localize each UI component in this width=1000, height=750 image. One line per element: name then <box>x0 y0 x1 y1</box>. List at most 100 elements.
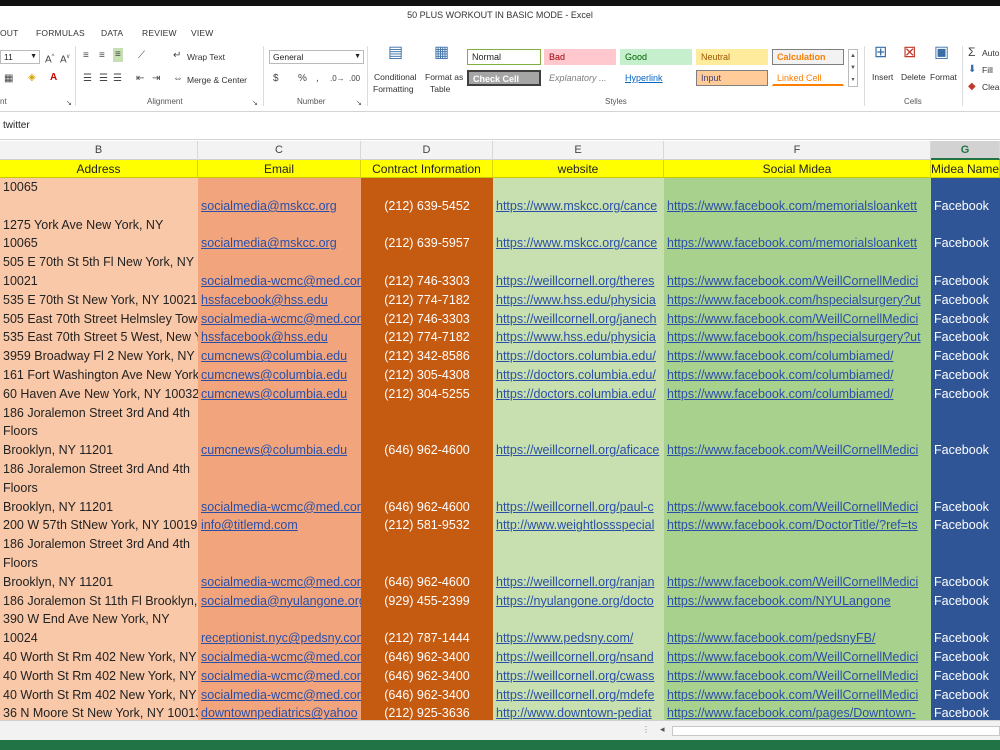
formula-bar-content[interactable]: twitter <box>3 120 30 131</box>
merge-center-icon[interactable]: ⇔ <box>173 73 183 85</box>
phone-header-cell[interactable]: Contract Information <box>361 160 493 178</box>
phone-cell[interactable]: (212) 774-7182 <box>361 291 493 310</box>
email-cell[interactable]: socialmedia@mskcc.org <box>201 197 361 216</box>
media-name-cell[interactable]: Facebook <box>934 516 1000 535</box>
tab-layout[interactable]: OUT <box>0 24 19 42</box>
increase-decimal-icon[interactable]: .0→ <box>330 73 345 85</box>
align-middle-icon[interactable]: ≡ <box>99 50 105 62</box>
address-line[interactable]: 60 Haven Ave New York, NY 10032 <box>3 385 198 404</box>
align-right-icon[interactable]: ☰ <box>113 73 122 85</box>
address-line[interactable]: 161 Fort Washington Ave New York <box>3 366 198 385</box>
address-line[interactable]: 3959 Broadway Fl 2 New York, NY 1 <box>3 347 198 366</box>
fill-button[interactable]: Fill <box>982 65 993 75</box>
media-name-cell[interactable]: Facebook <box>934 667 1000 686</box>
email-cell[interactable]: socialmedia@mskcc.org <box>201 234 361 253</box>
comma-style-icon[interactable]: , <box>316 73 319 85</box>
website-link[interactable]: http://www.downtown-pediat <box>496 704 664 720</box>
phone-cell[interactable]: (646) 962-4600 <box>361 498 493 517</box>
grow-font-icon[interactable]: A^ <box>45 51 55 66</box>
email-cell[interactable]: hssfacebook@hss.edu <box>201 291 361 310</box>
address-line[interactable]: Floors <box>3 422 198 441</box>
tab-data[interactable]: DATA <box>101 24 123 42</box>
scroll-left-icon[interactable]: ◂ <box>660 724 665 735</box>
website-link[interactable]: https://www.pedsny.com/ <box>496 629 664 648</box>
decrease-decimal-icon[interactable]: .00 <box>349 73 360 85</box>
column-header-e[interactable]: E <box>493 141 664 160</box>
address-line[interactable]: 505 East 70th Street Helmsley Towe <box>3 310 198 329</box>
shrink-font-icon[interactable]: Av <box>60 51 70 66</box>
email-cell[interactable]: cumcnews@columbia.edu <box>201 366 361 385</box>
merge-center-button[interactable]: Merge & Center <box>187 75 247 85</box>
website-link[interactable]: https://doctors.columbia.edu/ <box>496 347 664 366</box>
email-cell[interactable]: hssfacebook@hss.edu <box>201 328 361 347</box>
media-name-cell[interactable]: Facebook <box>934 272 1000 291</box>
website-link[interactable]: https://www.mskcc.org/cance <box>496 234 664 253</box>
style-bad[interactable]: Bad <box>544 49 616 65</box>
address-line[interactable]: 40 Worth St Rm 402 New York, NY <box>3 686 198 705</box>
font-size-box[interactable]: 11 ▼ <box>0 50 40 64</box>
email-cell[interactable]: socialmedia-wcmc@med.cor <box>201 272 361 291</box>
email-cell[interactable]: receptionist.nyc@pedsny.com <box>201 629 361 648</box>
social-link[interactable]: https://www.facebook.com/WeillCornellMed… <box>667 498 931 517</box>
media-name-cell[interactable]: Facebook <box>934 686 1000 705</box>
phone-cell[interactable]: (212) 925-3636 <box>361 704 493 720</box>
social-link[interactable]: https://www.facebook.com/DoctorTitle/?re… <box>667 516 931 535</box>
media-name-cell[interactable]: Facebook <box>934 592 1000 611</box>
social-link[interactable]: https://www.facebook.com/columbiamed/ <box>667 385 931 404</box>
media-name-cell[interactable]: Facebook <box>934 310 1000 329</box>
media-name-cell[interactable]: Facebook <box>934 234 1000 253</box>
media-name-cell[interactable]: Facebook <box>934 197 1000 216</box>
website-link[interactable]: https://nyulangone.org/docto <box>496 592 664 611</box>
social-link[interactable]: https://www.facebook.com/memorialsloanke… <box>667 197 931 216</box>
style-good[interactable]: Good <box>620 49 692 65</box>
media-name-cell[interactable]: Facebook <box>934 573 1000 592</box>
formula-bar[interactable]: twitter <box>0 112 1000 140</box>
address-line[interactable]: Brooklyn, NY 11201 <box>3 498 198 517</box>
website-link[interactable]: https://weillcornell.org/paul-c <box>496 498 664 517</box>
conditional-formatting-line2[interactable]: Formatting <box>373 84 414 94</box>
phone-cell[interactable]: (929) 455-2399 <box>361 592 493 611</box>
address-line[interactable]: Floors <box>3 479 198 498</box>
horizontal-scrollbar[interactable] <box>672 726 1000 736</box>
email-cell[interactable]: socialmedia-wcmc@med.cor <box>201 667 361 686</box>
address-line[interactable]: 186 Joralemon Street 3rd And 4th <box>3 404 198 423</box>
email-cell[interactable]: cumcnews@columbia.edu <box>201 385 361 404</box>
media-name-cell[interactable]: Facebook <box>934 704 1000 720</box>
phone-cell[interactable]: (646) 962-4600 <box>361 441 493 460</box>
address-header-cell[interactable]: Address <box>0 160 198 178</box>
website-link[interactable]: https://weillcornell.org/aficace <box>496 441 664 460</box>
phone-cell[interactable]: (646) 962-3400 <box>361 648 493 667</box>
phone-cell[interactable]: (646) 962-4600 <box>361 573 493 592</box>
delete-button[interactable]: Delete <box>901 72 926 82</box>
style-neutral[interactable]: Neutral <box>696 49 768 65</box>
phone-cell[interactable]: (212) 304-5255 <box>361 385 493 404</box>
address-line[interactable]: 10024 <box>3 629 198 648</box>
clear-button[interactable]: Clear <box>982 82 1000 92</box>
phone-cell[interactable]: (646) 962-3400 <box>361 667 493 686</box>
social-link[interactable]: https://www.facebook.com/memorialsloanke… <box>667 234 931 253</box>
social-link[interactable]: https://www.facebook.com/hspecialsurgery… <box>667 291 931 310</box>
address-line[interactable]: 186 Joralemon Street 3rd And 4th <box>3 460 198 479</box>
address-line[interactable]: 40 Worth St Rm 402 New York, NY 1 <box>3 648 198 667</box>
autosum-button[interactable]: Auto <box>982 48 1000 58</box>
email-cell[interactable]: socialmedia-wcmc@med.cor <box>201 686 361 705</box>
wrap-text-button[interactable]: Wrap Text <box>187 52 225 62</box>
fill-color-icon[interactable]: ◈ <box>28 72 36 84</box>
address-line[interactable]: 390 W End Ave New York, NY <box>3 610 198 629</box>
website-link[interactable]: https://weillcornell.org/theres <box>496 272 664 291</box>
orientation-icon[interactable]: ⟋ <box>138 50 145 62</box>
media-name-cell[interactable]: Facebook <box>934 629 1000 648</box>
decrease-indent-icon[interactable]: ⇤ <box>136 73 144 85</box>
address-line[interactable]: 505 E 70th St 5th Fl New York, NY <box>3 253 198 272</box>
phone-cell[interactable]: (212) 746-3303 <box>361 310 493 329</box>
address-line[interactable]: 535 E 70th St New York, NY 10021 <box>3 291 198 310</box>
phone-cell[interactable]: (212) 746-3303 <box>361 272 493 291</box>
style-hyperlink[interactable]: Hyperlink <box>620 70 692 86</box>
media-name-cell[interactable]: Facebook <box>934 648 1000 667</box>
media-name-cell[interactable]: Facebook <box>934 441 1000 460</box>
address-line[interactable]: 40 Worth St Rm 402 New York, NY <box>3 667 198 686</box>
align-bottom-icon[interactable]: ≡ <box>113 48 123 62</box>
address-line[interactable]: 10065 <box>3 178 198 197</box>
styles-scroll[interactable]: ▲ ▼ ▾ <box>848 49 858 87</box>
style-linked-cell[interactable]: Linked Cell <box>772 70 844 86</box>
